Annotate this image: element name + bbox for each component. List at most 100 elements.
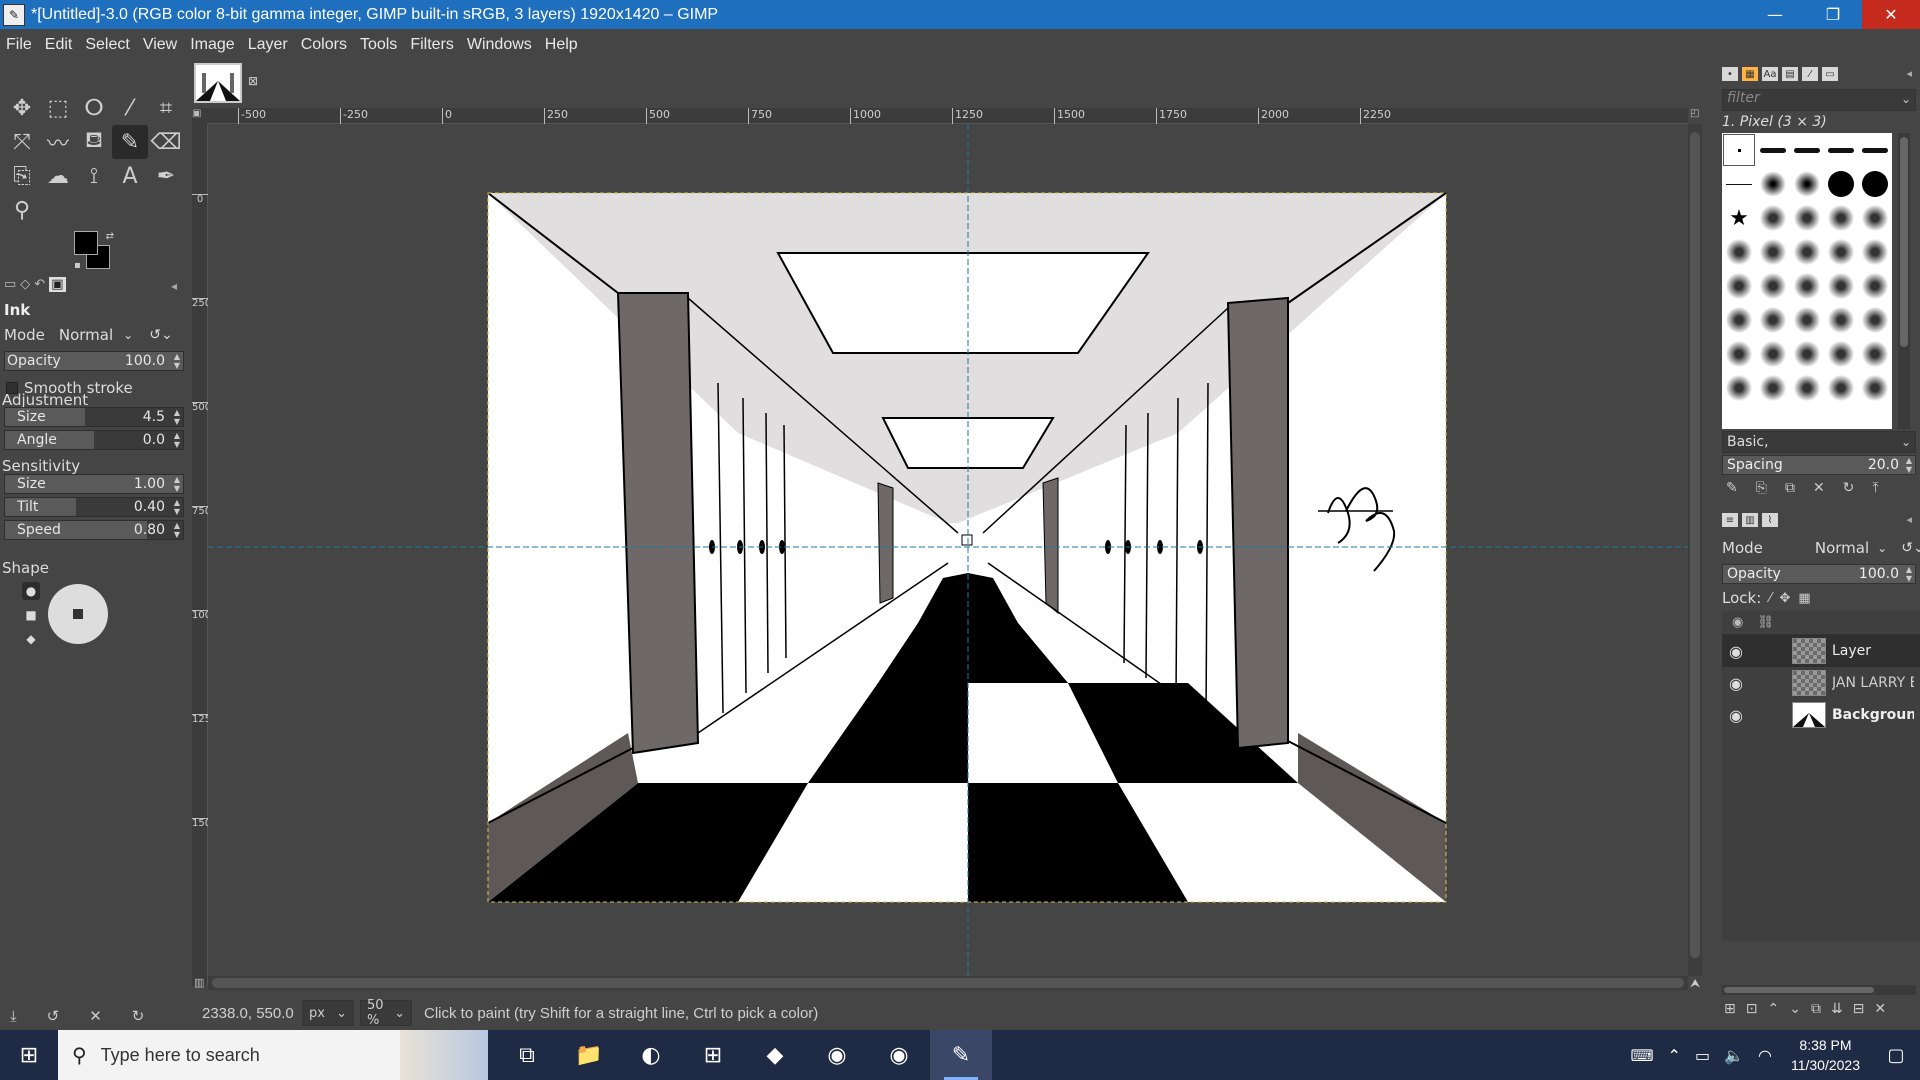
spinner-icon[interactable]: ▲ ▼ <box>174 521 180 539</box>
layer-name[interactable]: Background <box>1832 707 1914 723</box>
tab-images[interactable]: ▣ <box>49 277 66 292</box>
brush-preset-item[interactable] <box>1862 341 1888 367</box>
brush-preset-item[interactable] <box>1862 171 1888 197</box>
zoom-to-fit-icon[interactable]: ◰ <box>1690 108 1704 124</box>
tab-undo-history[interactable]: ↶ <box>34 277 45 292</box>
maximize-button[interactable]: ❐ <box>1804 0 1862 29</box>
image-tab-thumbnail[interactable] <box>194 63 242 103</box>
close-image-tab-icon[interactable]: ⊠ <box>248 74 258 88</box>
vertical-scrollbar[interactable] <box>1688 124 1702 976</box>
spinner-icon[interactable]: ▲ ▼ <box>174 498 180 516</box>
brush-preset-item[interactable] <box>1862 273 1888 299</box>
taskbar-search-box[interactable]: ⚲ Type here to search <box>58 1030 488 1080</box>
layer-row-background[interactable]: ◉ Background <box>1722 699 1920 731</box>
layer-row-layer[interactable]: ◉ Layer <box>1722 635 1920 667</box>
spinner-icon[interactable]: ▲ ▼ <box>174 475 180 493</box>
brush-preset-item[interactable] <box>1760 205 1786 231</box>
tab-paint-dynamics[interactable]: ⁄ <box>1802 67 1818 81</box>
brush-preset-item[interactable] <box>1828 307 1854 333</box>
tab-gradients[interactable]: ▭ <box>1822 67 1838 81</box>
refresh-brushes-icon[interactable]: ↻ <box>1843 480 1855 496</box>
menu-select[interactable]: Select <box>85 36 129 54</box>
layer-mode-dropdown[interactable]: Normal <box>1815 539 1869 557</box>
menu-windows[interactable]: Windows <box>467 36 532 54</box>
crop-icon[interactable]: ⌗ <box>148 91 184 125</box>
tilt-slider[interactable]: Tilt 0.40 ▲ ▼ <box>4 497 184 517</box>
fg-bg-colors[interactable]: ⇄ ▪ <box>74 231 114 271</box>
vertical-ruler[interactable]: 0 250 500 750 1000 1250 1500 <box>192 124 217 986</box>
raise-layer-icon[interactable]: ⌃ <box>1767 1001 1779 1017</box>
brush-filter-input[interactable]: filter ⌄ <box>1722 89 1916 111</box>
paths-icon[interactable]: ⟟ <box>76 159 112 193</box>
new-brush-icon[interactable]: ⎘ <box>1756 480 1767 496</box>
brush-preset-item[interactable] <box>1794 375 1820 401</box>
brush-preset-item[interactable] <box>1828 171 1854 197</box>
chevron-down-icon[interactable]: ⌄ <box>123 328 133 342</box>
layer-opacity-slider[interactable]: Opacity 100.0 ▲ ▼ <box>1722 564 1916 584</box>
notification-icon[interactable]: ▢ <box>1872 1045 1920 1066</box>
square-shape-icon[interactable]: ■ <box>22 606 40 624</box>
brush-preset-item[interactable] <box>1726 273 1752 299</box>
rect-select-icon[interactable]: ⬚ <box>40 91 76 125</box>
wifi-icon[interactable]: ◠ <box>1758 1046 1772 1065</box>
menu-image[interactable]: Image <box>190 36 234 54</box>
tab-channels[interactable]: ▥ <box>1742 513 1758 527</box>
zoom-dropdown[interactable]: 50 % ⌄ <box>360 998 412 1028</box>
brush-preset-item[interactable] <box>1794 147 1820 153</box>
chrome-icon[interactable]: ◉ <box>806 1030 868 1080</box>
tab-document-history[interactable]: ▤ <box>1782 67 1798 81</box>
brush-preset-dropdown[interactable]: Basic, ⌄ <box>1722 431 1916 453</box>
mode-dropdown[interactable]: Normal <box>59 326 113 344</box>
layer-name[interactable]: JAN LARRY B <box>1832 675 1914 691</box>
spinner-icon[interactable]: ▲ ▼ <box>174 431 180 449</box>
battery-icon[interactable]: ▭ <box>1695 1046 1710 1065</box>
scroll-thumb[interactable] <box>1690 132 1700 958</box>
spinner-icon[interactable]: ▲ ▼ <box>174 408 180 426</box>
speed-slider[interactable]: Speed 0.80 ▲ ▼ <box>4 520 184 540</box>
brush-preset-item[interactable] <box>1726 375 1752 401</box>
unit-dropdown[interactable]: px ⌄ <box>302 1000 354 1026</box>
menu-layer[interactable]: Layer <box>248 36 288 54</box>
scroll-thumb[interactable] <box>212 978 1684 988</box>
brush-preset-item[interactable]: ★ <box>1729 206 1749 231</box>
brush-preset-item[interactable] <box>1760 375 1786 401</box>
open-brush-icon[interactable]: ⤒ <box>1872 480 1878 496</box>
brush-preset-item[interactable] <box>1828 273 1854 299</box>
move-icon[interactable]: ✥ <box>4 91 40 125</box>
brush-preset-item[interactable] <box>1862 375 1888 401</box>
brush-preset-item[interactable] <box>1794 307 1820 333</box>
reset-mode-icon[interactable]: ↺⌄ <box>149 327 172 343</box>
tab-layers[interactable]: ≡ <box>1722 513 1738 527</box>
canvas-viewport[interactable] <box>208 124 1688 976</box>
delete-brush-icon[interactable]: ✕ <box>1813 480 1825 496</box>
brush-preset-item[interactable] <box>1862 205 1888 231</box>
menu-edit[interactable]: Edit <box>45 36 73 54</box>
warp-icon[interactable]: 〰 <box>40 125 76 159</box>
chevron-down-icon[interactable]: ⌄ <box>1877 541 1887 555</box>
mask-layer-icon[interactable]: ⊟ <box>1853 1001 1865 1017</box>
minimize-button[interactable]: — <box>1746 0 1804 29</box>
brush-preset-item[interactable] <box>1794 205 1820 231</box>
horizontal-scrollbar[interactable] <box>208 976 1688 990</box>
close-button[interactable]: ✕ <box>1862 0 1920 29</box>
lock-position-icon[interactable]: ✥ <box>1779 591 1790 606</box>
brush-preset-item[interactable] <box>1760 147 1786 153</box>
brush-preset-item[interactable] <box>1862 147 1888 153</box>
size-slider[interactable]: Size 4.5 ▲ ▼ <box>4 407 184 427</box>
new-group-icon[interactable]: ⊡ <box>1746 1001 1758 1017</box>
tab-brushes[interactable]: • <box>1722 67 1738 81</box>
fuzzy-select-icon[interactable]: ⁄ <box>112 91 148 125</box>
spinner-icon[interactable]: ▲ ▼ <box>1906 456 1912 474</box>
transform-icon[interactable]: ⤧ <box>4 125 40 159</box>
sensitivity-size-slider[interactable]: Size 1.00 ▲ ▼ <box>4 474 184 494</box>
store-icon[interactable]: ⊞ <box>682 1030 744 1080</box>
quick-mask-toggle-icon[interactable]: ▥ <box>194 976 204 989</box>
gimp-icon[interactable]: ✎ <box>930 1030 992 1080</box>
copilot-icon[interactable]: ◆ <box>744 1030 806 1080</box>
brush-preset-item[interactable] <box>1828 239 1854 265</box>
brush-preset-item[interactable] <box>1726 239 1752 265</box>
chrome-profile-icon[interactable]: ◉ <box>868 1030 930 1080</box>
layers-hscrollbar[interactable] <box>1722 985 1916 995</box>
tab-paths[interactable]: ⌇ <box>1762 513 1778 527</box>
menu-help[interactable]: Help <box>545 36 578 54</box>
